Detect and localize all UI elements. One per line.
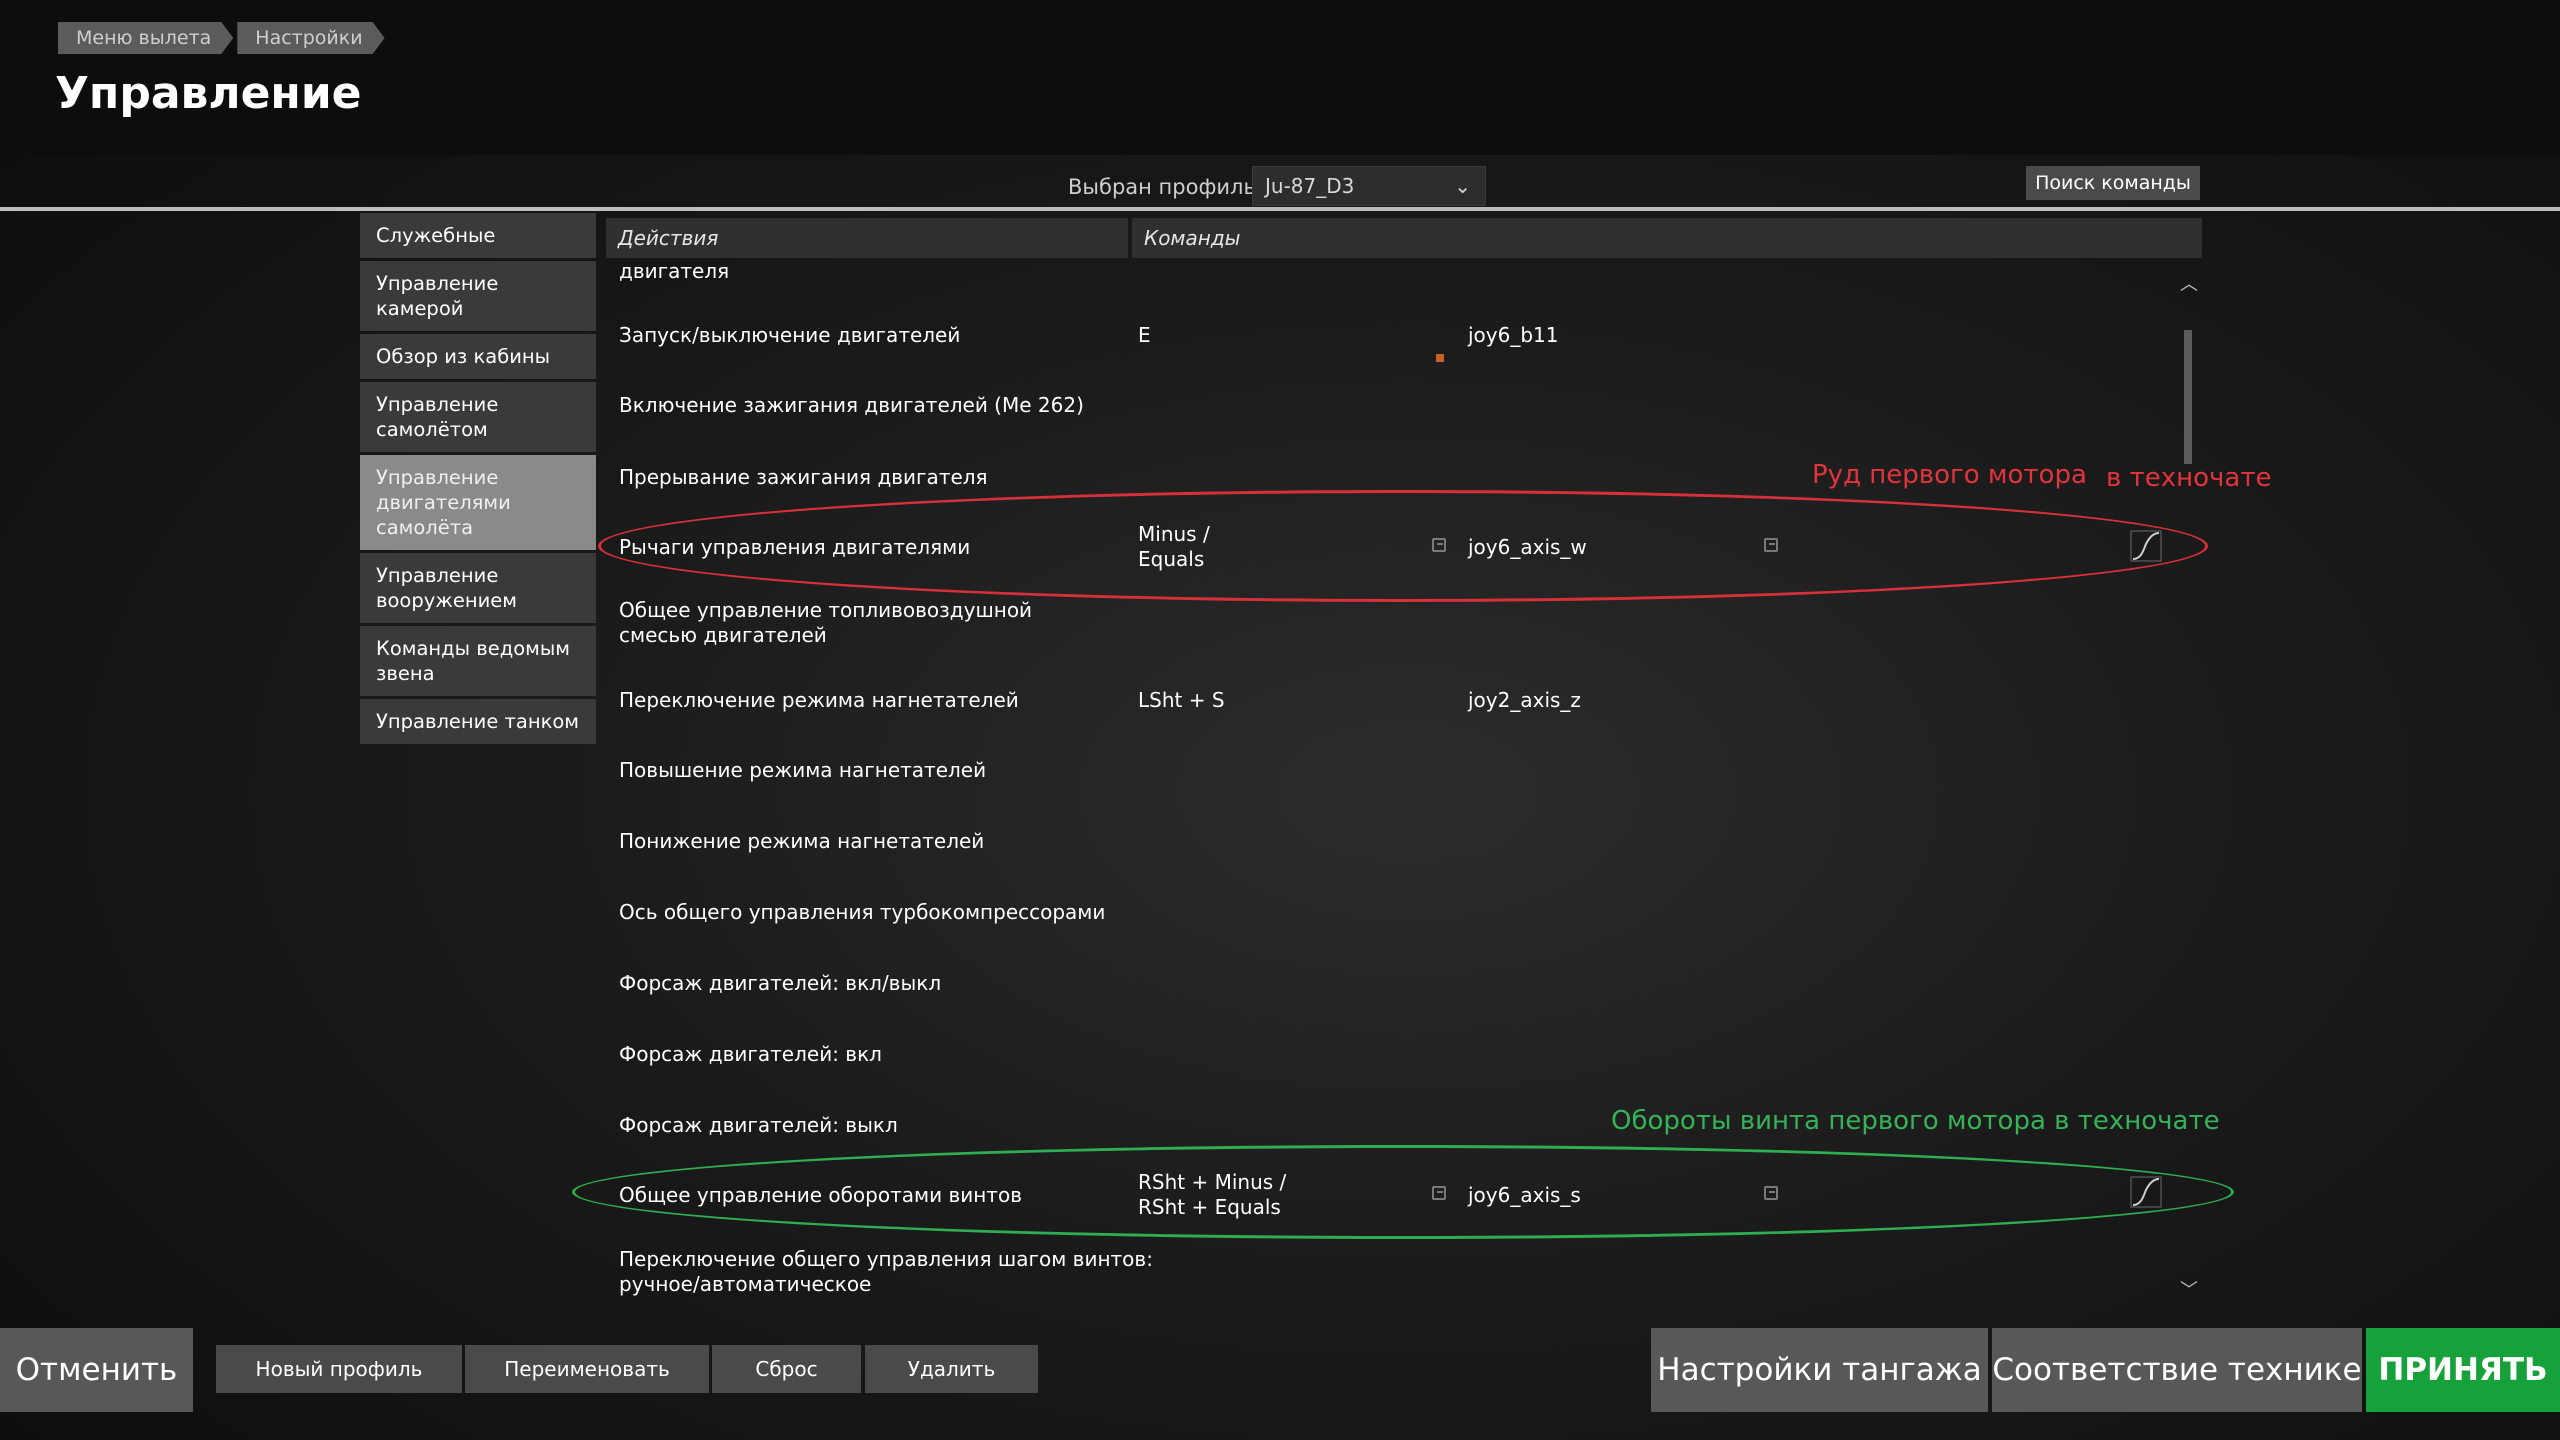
table-row-partial: двигателя bbox=[619, 259, 730, 283]
category-sidebar: Служебные Управление камерой Обзор из ка… bbox=[360, 213, 596, 747]
breadcrumb-item-settings[interactable]: Настройки bbox=[237, 22, 384, 54]
vehicle-match-button[interactable]: Соответствие технике bbox=[1992, 1328, 2362, 1412]
profile-select[interactable]: Ju-87_D3 ⌄ bbox=[1252, 166, 1486, 206]
column-header-actions: Действия bbox=[618, 226, 719, 250]
annotation-red-text: Руд первого мотора bbox=[1812, 460, 2087, 490]
chevron-down-icon: ⌄ bbox=[1454, 174, 1471, 198]
sidebar-item-aircraft-control[interactable]: Управление самолётом bbox=[360, 382, 596, 452]
sidebar-item-camera-control[interactable]: Управление камерой bbox=[360, 261, 596, 331]
rename-button[interactable]: Переименовать bbox=[465, 1345, 709, 1393]
green-highlight-ellipse bbox=[572, 1145, 2234, 1239]
table-row-action[interactable]: Переключение общего управления шагом вин… bbox=[619, 1247, 1179, 1297]
accept-button[interactable]: ПРИНЯТЬ bbox=[2366, 1328, 2560, 1412]
table-row-action[interactable]: Запуск/выключение двигателей bbox=[619, 323, 960, 348]
table-row-key[interactable]: E bbox=[1138, 323, 1151, 348]
table-row-action[interactable]: Ось общего управления турбокомпрессорами bbox=[619, 900, 1105, 925]
sidebar-item-tank-control[interactable]: Управление танком bbox=[360, 699, 596, 744]
sidebar-item-wingmen-commands[interactable]: Команды ведомым звена bbox=[360, 626, 596, 696]
profile-select-value: Ju-87_D3 bbox=[1265, 174, 1355, 198]
table-row-action[interactable]: Переключение режима нагнетателей bbox=[619, 688, 1019, 713]
table-row-action[interactable]: Форсаж двигателей: вкл/выкл bbox=[619, 971, 941, 996]
sidebar-item-engine-control[interactable]: Управление двигателями самолёта bbox=[360, 455, 596, 550]
profile-label: Выбран профиль bbox=[1068, 175, 1256, 199]
sidebar-item-cockpit-view[interactable]: Обзор из кабины bbox=[360, 334, 596, 379]
table-row-action[interactable]: Понижение режима нагнетателей bbox=[619, 829, 984, 854]
table-row-action[interactable]: Прерывание зажигания двигателя bbox=[619, 465, 988, 490]
red-highlight-ellipse bbox=[598, 490, 2208, 602]
search-command-button[interactable]: Поиск команды bbox=[2026, 166, 2200, 200]
scroll-down-icon[interactable]: ﹀ bbox=[2180, 1276, 2198, 1302]
sidebar-item-weapons-control[interactable]: Управление вооружением bbox=[360, 553, 596, 623]
new-profile-button[interactable]: Новый профиль bbox=[216, 1345, 462, 1393]
scroll-up-icon[interactable]: ︿ bbox=[2180, 270, 2198, 296]
pitch-settings-button[interactable]: Настройки тангажа bbox=[1651, 1328, 1988, 1412]
table-row-joy[interactable]: joy6_b11 bbox=[1468, 323, 1559, 348]
table-row-action[interactable]: Включение зажигания двигателей (Me 262) bbox=[619, 393, 1084, 418]
warning-dot-icon bbox=[1436, 354, 1444, 362]
scrollbar-thumb[interactable] bbox=[2184, 330, 2192, 464]
table-row-action[interactable]: Общее управление топливовоздушной смесью… bbox=[619, 598, 1089, 648]
breadcrumb: Меню вылета Настройки bbox=[58, 22, 389, 54]
table-row-key[interactable]: LSht + S bbox=[1138, 688, 1225, 713]
divider bbox=[0, 207, 2560, 211]
table-header-actions: Действия bbox=[606, 218, 1128, 258]
page-title: Управление bbox=[55, 68, 362, 119]
cancel-button[interactable]: Отменить bbox=[0, 1328, 193, 1412]
annotation-green-text: Обороты винта первого мотора в техночате bbox=[1611, 1106, 2220, 1136]
column-header-commands: Команды bbox=[1144, 226, 1241, 250]
table-row-joy[interactable]: joy2_axis_z bbox=[1468, 688, 1581, 713]
table-row-action[interactable]: Форсаж двигателей: вкл bbox=[619, 1042, 882, 1067]
annotation-red-text: в техночате bbox=[2106, 463, 2272, 493]
table-header-commands: Команды bbox=[1132, 218, 2202, 258]
delete-button[interactable]: Удалить bbox=[865, 1345, 1038, 1393]
breadcrumb-item-flight-menu[interactable]: Меню вылета bbox=[58, 22, 233, 54]
reset-button[interactable]: Сброс bbox=[712, 1345, 861, 1393]
sidebar-item-service[interactable]: Служебные bbox=[360, 213, 596, 258]
table-row-action[interactable]: Повышение режима нагнетателей bbox=[619, 758, 986, 783]
table-row-action[interactable]: Форсаж двигателей: выкл bbox=[619, 1113, 898, 1138]
